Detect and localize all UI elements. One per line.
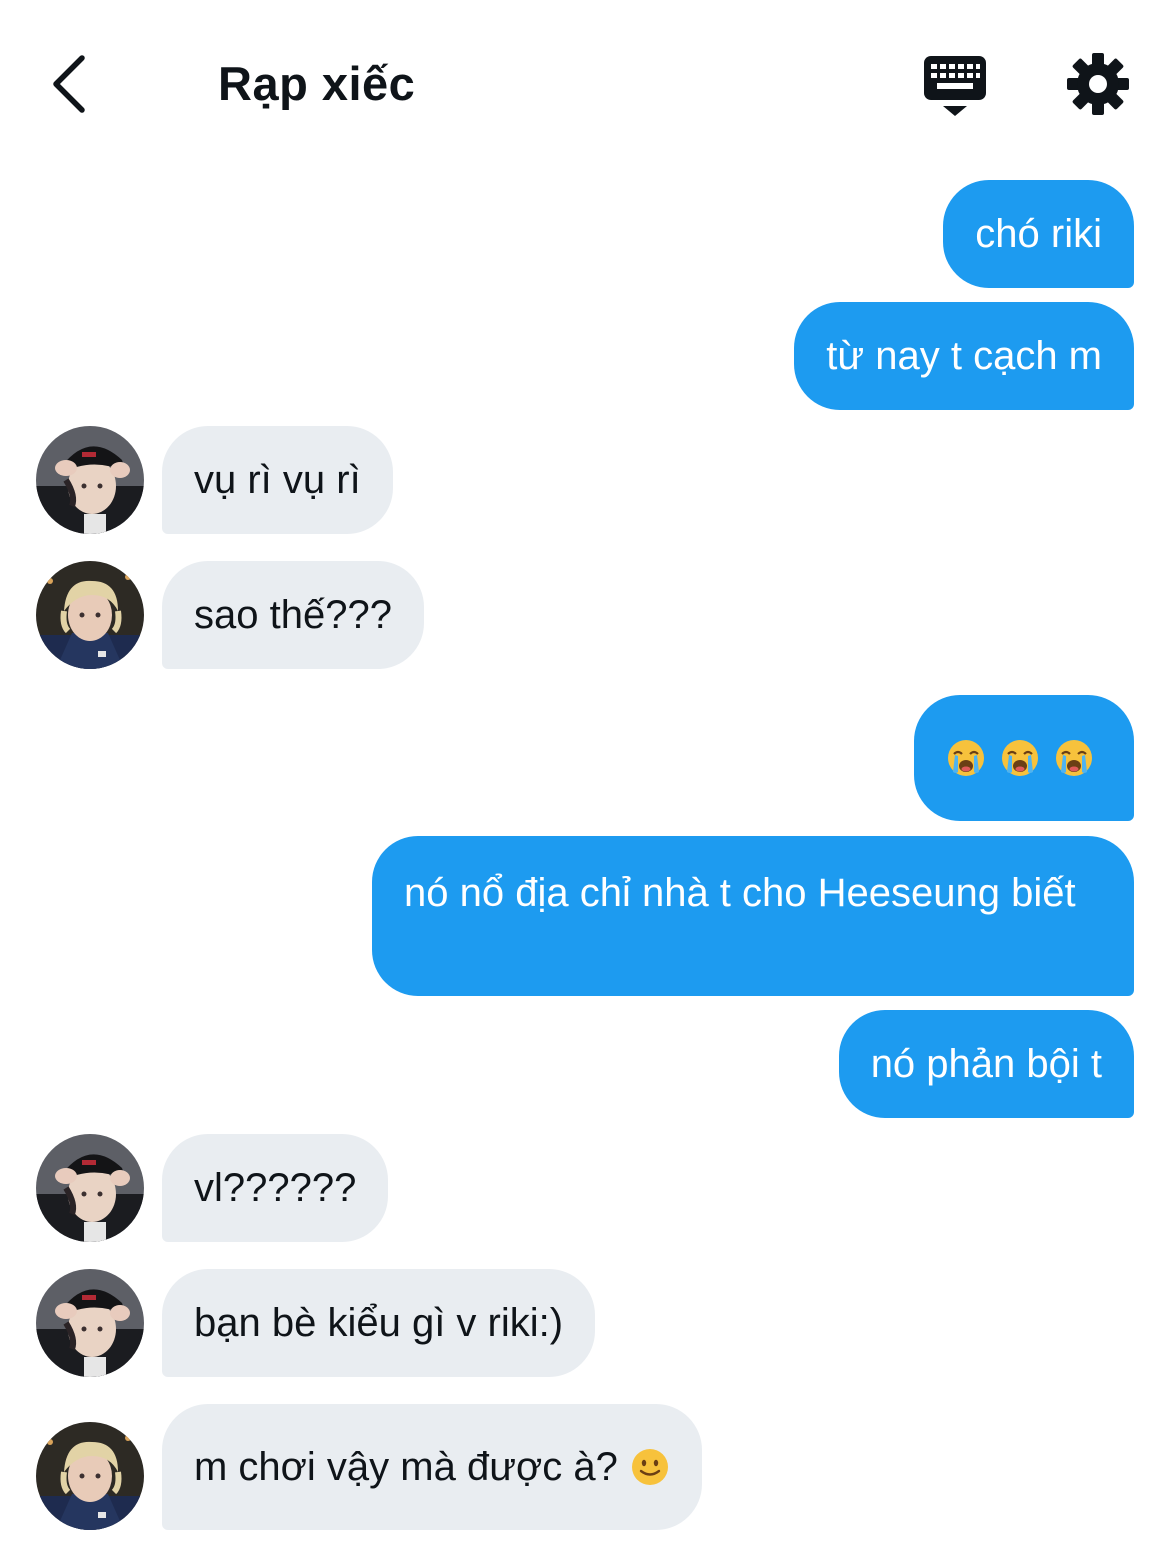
- keyboard-toggle-button[interactable]: [920, 52, 990, 120]
- message-bubble-sent[interactable]: nó nổ địa chỉ nhà t cho Heeseung biết: [372, 836, 1134, 996]
- settings-button[interactable]: [1066, 52, 1130, 116]
- emoji-row: [946, 738, 1094, 778]
- avatar[interactable]: [36, 1422, 144, 1530]
- loudly-crying-face-icon: [1000, 738, 1040, 778]
- message-bubble-sent[interactable]: nó phản bội t: [838, 1010, 1134, 1118]
- message-text: bạn bè kiểu gì v riki:): [194, 1301, 564, 1345]
- gear-icon: [1067, 53, 1129, 115]
- chat-title: Rạp xiếc: [218, 57, 416, 110]
- message-text: từ nay t cạch m: [826, 334, 1102, 378]
- message-text: chó riki: [975, 212, 1102, 256]
- message-text: sao thế???: [194, 593, 392, 637]
- avatar[interactable]: [36, 1269, 144, 1377]
- avatar-image-blond: [36, 561, 144, 669]
- message-bubble-sent[interactable]: chó riki: [943, 180, 1134, 288]
- message-bubble-received[interactable]: vụ rì vụ rì: [162, 426, 393, 534]
- avatar-image-cap: [36, 1134, 144, 1242]
- avatar[interactable]: [36, 1134, 144, 1242]
- message-bubble-sent[interactable]: từ nay t cạch m: [794, 302, 1134, 410]
- message-bubble-received[interactable]: vl??????: [162, 1134, 389, 1242]
- message-bubble-received[interactable]: bạn bè kiểu gì v riki:): [162, 1269, 596, 1377]
- message-text: vụ rì vụ rì: [194, 458, 361, 502]
- message-bubble-sent[interactable]: [914, 695, 1134, 821]
- message-text: nó phản bội t: [870, 1042, 1102, 1086]
- avatar-image-cap: [36, 426, 144, 534]
- avatar-image-cap: [36, 1269, 144, 1377]
- chevron-left-icon: [53, 55, 85, 113]
- message-bubble-received[interactable]: m chơi vậy mà được à?: [162, 1404, 702, 1530]
- avatar[interactable]: [36, 426, 144, 534]
- loudly-crying-face-icon: [1054, 738, 1094, 778]
- back-button[interactable]: [40, 52, 96, 116]
- loudly-crying-face-icon: [946, 738, 986, 778]
- message-text: vl??????: [194, 1166, 357, 1210]
- chat-header: Rạp xiếc: [0, 0, 1170, 170]
- message-text: m chơi vậy mà được à?: [194, 1445, 618, 1489]
- avatar[interactable]: [36, 561, 144, 669]
- avatar-image-blond: [36, 1422, 144, 1530]
- message-bubble-received[interactable]: sao thế???: [162, 561, 424, 669]
- keyboard-icon: [924, 56, 986, 116]
- message-text: nó nổ địa chỉ nhà t cho Heeseung biết: [404, 871, 1076, 915]
- slightly-smiling-face-icon: [630, 1447, 670, 1487]
